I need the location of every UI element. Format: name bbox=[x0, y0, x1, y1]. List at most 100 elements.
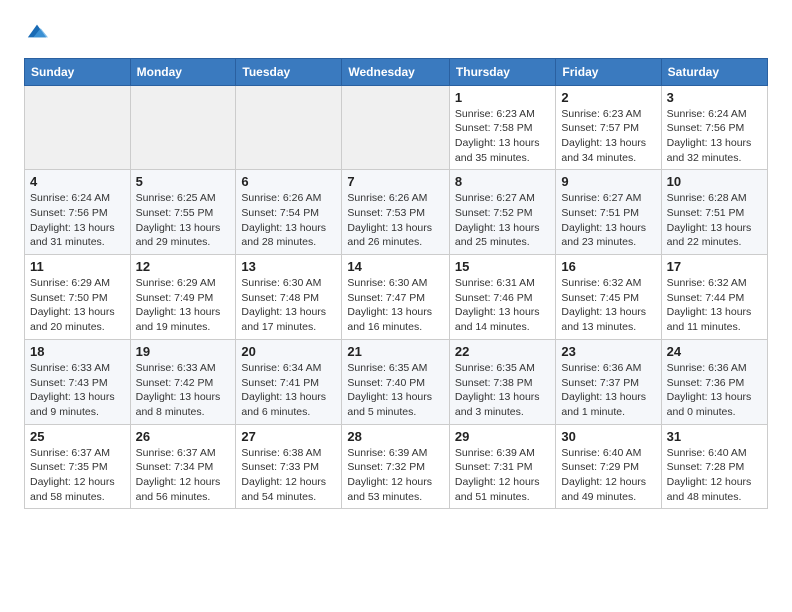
logo bbox=[24, 20, 48, 48]
day-info: Sunrise: 6:36 AM Sunset: 7:36 PM Dayligh… bbox=[667, 361, 762, 420]
day-cell: 3 Sunrise: 6:24 AM Sunset: 7:56 PM Daylig… bbox=[661, 85, 767, 170]
day-info: Sunrise: 6:39 AM Sunset: 7:31 PM Dayligh… bbox=[455, 446, 551, 505]
day-cell: 24 Sunrise: 6:36 AM Sunset: 7:36 PM Dayli… bbox=[661, 339, 767, 424]
day-info: Sunrise: 6:32 AM Sunset: 7:44 PM Dayligh… bbox=[667, 276, 762, 335]
day-number: 17 bbox=[667, 259, 762, 274]
day-number: 7 bbox=[347, 174, 444, 189]
day-info: Sunrise: 6:26 AM Sunset: 7:53 PM Dayligh… bbox=[347, 191, 444, 250]
day-cell: 7 Sunrise: 6:26 AM Sunset: 7:53 PM Daylig… bbox=[342, 170, 450, 255]
day-cell: 21 Sunrise: 6:35 AM Sunset: 7:40 PM Dayli… bbox=[342, 339, 450, 424]
day-cell: 23 Sunrise: 6:36 AM Sunset: 7:37 PM Dayli… bbox=[556, 339, 661, 424]
week-row-3: 11 Sunrise: 6:29 AM Sunset: 7:50 PM Dayli… bbox=[25, 255, 768, 340]
day-info: Sunrise: 6:39 AM Sunset: 7:32 PM Dayligh… bbox=[347, 446, 444, 505]
day-cell: 9 Sunrise: 6:27 AM Sunset: 7:51 PM Daylig… bbox=[556, 170, 661, 255]
day-number: 25 bbox=[30, 429, 125, 444]
day-number: 20 bbox=[241, 344, 336, 359]
day-number: 1 bbox=[455, 90, 551, 105]
day-cell: 14 Sunrise: 6:30 AM Sunset: 7:47 PM Dayli… bbox=[342, 255, 450, 340]
day-cell: 27Sunrise: 6:38 AM Sunset: 7:33 PM Dayli… bbox=[236, 424, 342, 509]
day-info: Sunrise: 6:32 AM Sunset: 7:45 PM Dayligh… bbox=[561, 276, 655, 335]
day-cell: 22 Sunrise: 6:35 AM Sunset: 7:38 PM Dayli… bbox=[449, 339, 556, 424]
day-cell: 30Sunrise: 6:40 AM Sunset: 7:29 PM Dayli… bbox=[556, 424, 661, 509]
day-cell: 13 Sunrise: 6:30 AM Sunset: 7:48 PM Dayli… bbox=[236, 255, 342, 340]
day-info: Sunrise: 6:30 AM Sunset: 7:47 PM Dayligh… bbox=[347, 276, 444, 335]
logo-general bbox=[24, 20, 48, 48]
week-row-5: 25 Sunrise: 6:37 AM Sunset: 7:35 PM Dayli… bbox=[25, 424, 768, 509]
page-header bbox=[24, 20, 768, 48]
day-cell: 17 Sunrise: 6:32 AM Sunset: 7:44 PM Dayli… bbox=[661, 255, 767, 340]
day-number: 5 bbox=[136, 174, 231, 189]
day-number: 15 bbox=[455, 259, 551, 274]
day-number: 29 bbox=[455, 429, 551, 444]
col-header-monday: Monday bbox=[130, 58, 236, 85]
day-cell: 18 Sunrise: 6:33 AM Sunset: 7:43 PM Dayli… bbox=[25, 339, 131, 424]
logo-icon bbox=[26, 20, 48, 42]
day-cell: 29 Sunrise: 6:39 AM Sunset: 7:31 PM Dayli… bbox=[449, 424, 556, 509]
day-number: 13 bbox=[241, 259, 336, 274]
day-number: 10 bbox=[667, 174, 762, 189]
day-number: 6 bbox=[241, 174, 336, 189]
day-info: Sunrise: 6:23 AM Sunset: 7:57 PM Dayligh… bbox=[561, 107, 655, 166]
day-cell: 15 Sunrise: 6:31 AM Sunset: 7:46 PM Dayli… bbox=[449, 255, 556, 340]
day-info: Sunrise: 6:30 AM Sunset: 7:48 PM Dayligh… bbox=[241, 276, 336, 335]
day-info: Sunrise: 6:35 AM Sunset: 7:40 PM Dayligh… bbox=[347, 361, 444, 420]
day-cell: 12Sunrise: 6:29 AM Sunset: 7:49 PM Dayli… bbox=[130, 255, 236, 340]
week-row-1: 1 Sunrise: 6:23 AM Sunset: 7:58 PM Daylig… bbox=[25, 85, 768, 170]
day-info: Sunrise: 6:23 AM Sunset: 7:58 PM Dayligh… bbox=[455, 107, 551, 166]
day-number: 14 bbox=[347, 259, 444, 274]
day-number: 4 bbox=[30, 174, 125, 189]
day-number: 27 bbox=[241, 429, 336, 444]
day-info: Sunrise: 6:35 AM Sunset: 7:38 PM Dayligh… bbox=[455, 361, 551, 420]
day-cell: 28 Sunrise: 6:39 AM Sunset: 7:32 PM Dayli… bbox=[342, 424, 450, 509]
day-info: Sunrise: 6:34 AM Sunset: 7:41 PM Dayligh… bbox=[241, 361, 336, 420]
day-info: Sunrise: 6:29 AM Sunset: 7:50 PM Dayligh… bbox=[30, 276, 125, 335]
day-info: Sunrise: 6:36 AM Sunset: 7:37 PM Dayligh… bbox=[561, 361, 655, 420]
day-info: Sunrise: 6:24 AM Sunset: 7:56 PM Dayligh… bbox=[667, 107, 762, 166]
day-number: 9 bbox=[561, 174, 655, 189]
day-number: 26 bbox=[136, 429, 231, 444]
day-number: 22 bbox=[455, 344, 551, 359]
day-cell: 16 Sunrise: 6:32 AM Sunset: 7:45 PM Dayli… bbox=[556, 255, 661, 340]
day-cell: 6Sunrise: 6:26 AM Sunset: 7:54 PM Daylig… bbox=[236, 170, 342, 255]
day-cell: 5 Sunrise: 6:25 AM Sunset: 7:55 PM Daylig… bbox=[130, 170, 236, 255]
day-info: Sunrise: 6:37 AM Sunset: 7:35 PM Dayligh… bbox=[30, 446, 125, 505]
day-number: 18 bbox=[30, 344, 125, 359]
day-cell: 10 Sunrise: 6:28 AM Sunset: 7:51 PM Dayli… bbox=[661, 170, 767, 255]
day-number: 16 bbox=[561, 259, 655, 274]
day-cell: 4 Sunrise: 6:24 AM Sunset: 7:56 PM Daylig… bbox=[25, 170, 131, 255]
day-info: Sunrise: 6:27 AM Sunset: 7:51 PM Dayligh… bbox=[561, 191, 655, 250]
day-info: Sunrise: 6:33 AM Sunset: 7:43 PM Dayligh… bbox=[30, 361, 125, 420]
week-row-2: 4 Sunrise: 6:24 AM Sunset: 7:56 PM Daylig… bbox=[25, 170, 768, 255]
day-cell: 11 Sunrise: 6:29 AM Sunset: 7:50 PM Dayli… bbox=[25, 255, 131, 340]
day-info: Sunrise: 6:27 AM Sunset: 7:52 PM Dayligh… bbox=[455, 191, 551, 250]
day-cell: 8 Sunrise: 6:27 AM Sunset: 7:52 PM Daylig… bbox=[449, 170, 556, 255]
col-header-tuesday: Tuesday bbox=[236, 58, 342, 85]
day-cell: 25 Sunrise: 6:37 AM Sunset: 7:35 PM Dayli… bbox=[25, 424, 131, 509]
day-cell bbox=[236, 85, 342, 170]
day-info: Sunrise: 6:37 AM Sunset: 7:34 PM Dayligh… bbox=[136, 446, 231, 505]
day-info: Sunrise: 6:28 AM Sunset: 7:51 PM Dayligh… bbox=[667, 191, 762, 250]
calendar-table: SundayMondayTuesdayWednesdayThursdayFrid… bbox=[24, 58, 768, 510]
day-cell: 19Sunrise: 6:33 AM Sunset: 7:42 PM Dayli… bbox=[130, 339, 236, 424]
day-number: 24 bbox=[667, 344, 762, 359]
day-number: 28 bbox=[347, 429, 444, 444]
day-info: Sunrise: 6:31 AM Sunset: 7:46 PM Dayligh… bbox=[455, 276, 551, 335]
day-cell bbox=[25, 85, 131, 170]
day-number: 11 bbox=[30, 259, 125, 274]
day-cell: 1 Sunrise: 6:23 AM Sunset: 7:58 PM Daylig… bbox=[449, 85, 556, 170]
day-info: Sunrise: 6:40 AM Sunset: 7:28 PM Dayligh… bbox=[667, 446, 762, 505]
day-info: Sunrise: 6:24 AM Sunset: 7:56 PM Dayligh… bbox=[30, 191, 125, 250]
day-number: 12 bbox=[136, 259, 231, 274]
col-header-wednesday: Wednesday bbox=[342, 58, 450, 85]
col-header-sunday: Sunday bbox=[25, 58, 131, 85]
day-cell: 20 Sunrise: 6:34 AM Sunset: 7:41 PM Dayli… bbox=[236, 339, 342, 424]
day-number: 8 bbox=[455, 174, 551, 189]
day-number: 21 bbox=[347, 344, 444, 359]
day-number: 3 bbox=[667, 90, 762, 105]
day-cell: 26 Sunrise: 6:37 AM Sunset: 7:34 PM Dayli… bbox=[130, 424, 236, 509]
day-cell bbox=[342, 85, 450, 170]
day-info: Sunrise: 6:25 AM Sunset: 7:55 PM Dayligh… bbox=[136, 191, 231, 250]
day-number: 2 bbox=[561, 90, 655, 105]
day-number: 23 bbox=[561, 344, 655, 359]
day-number: 30 bbox=[561, 429, 655, 444]
